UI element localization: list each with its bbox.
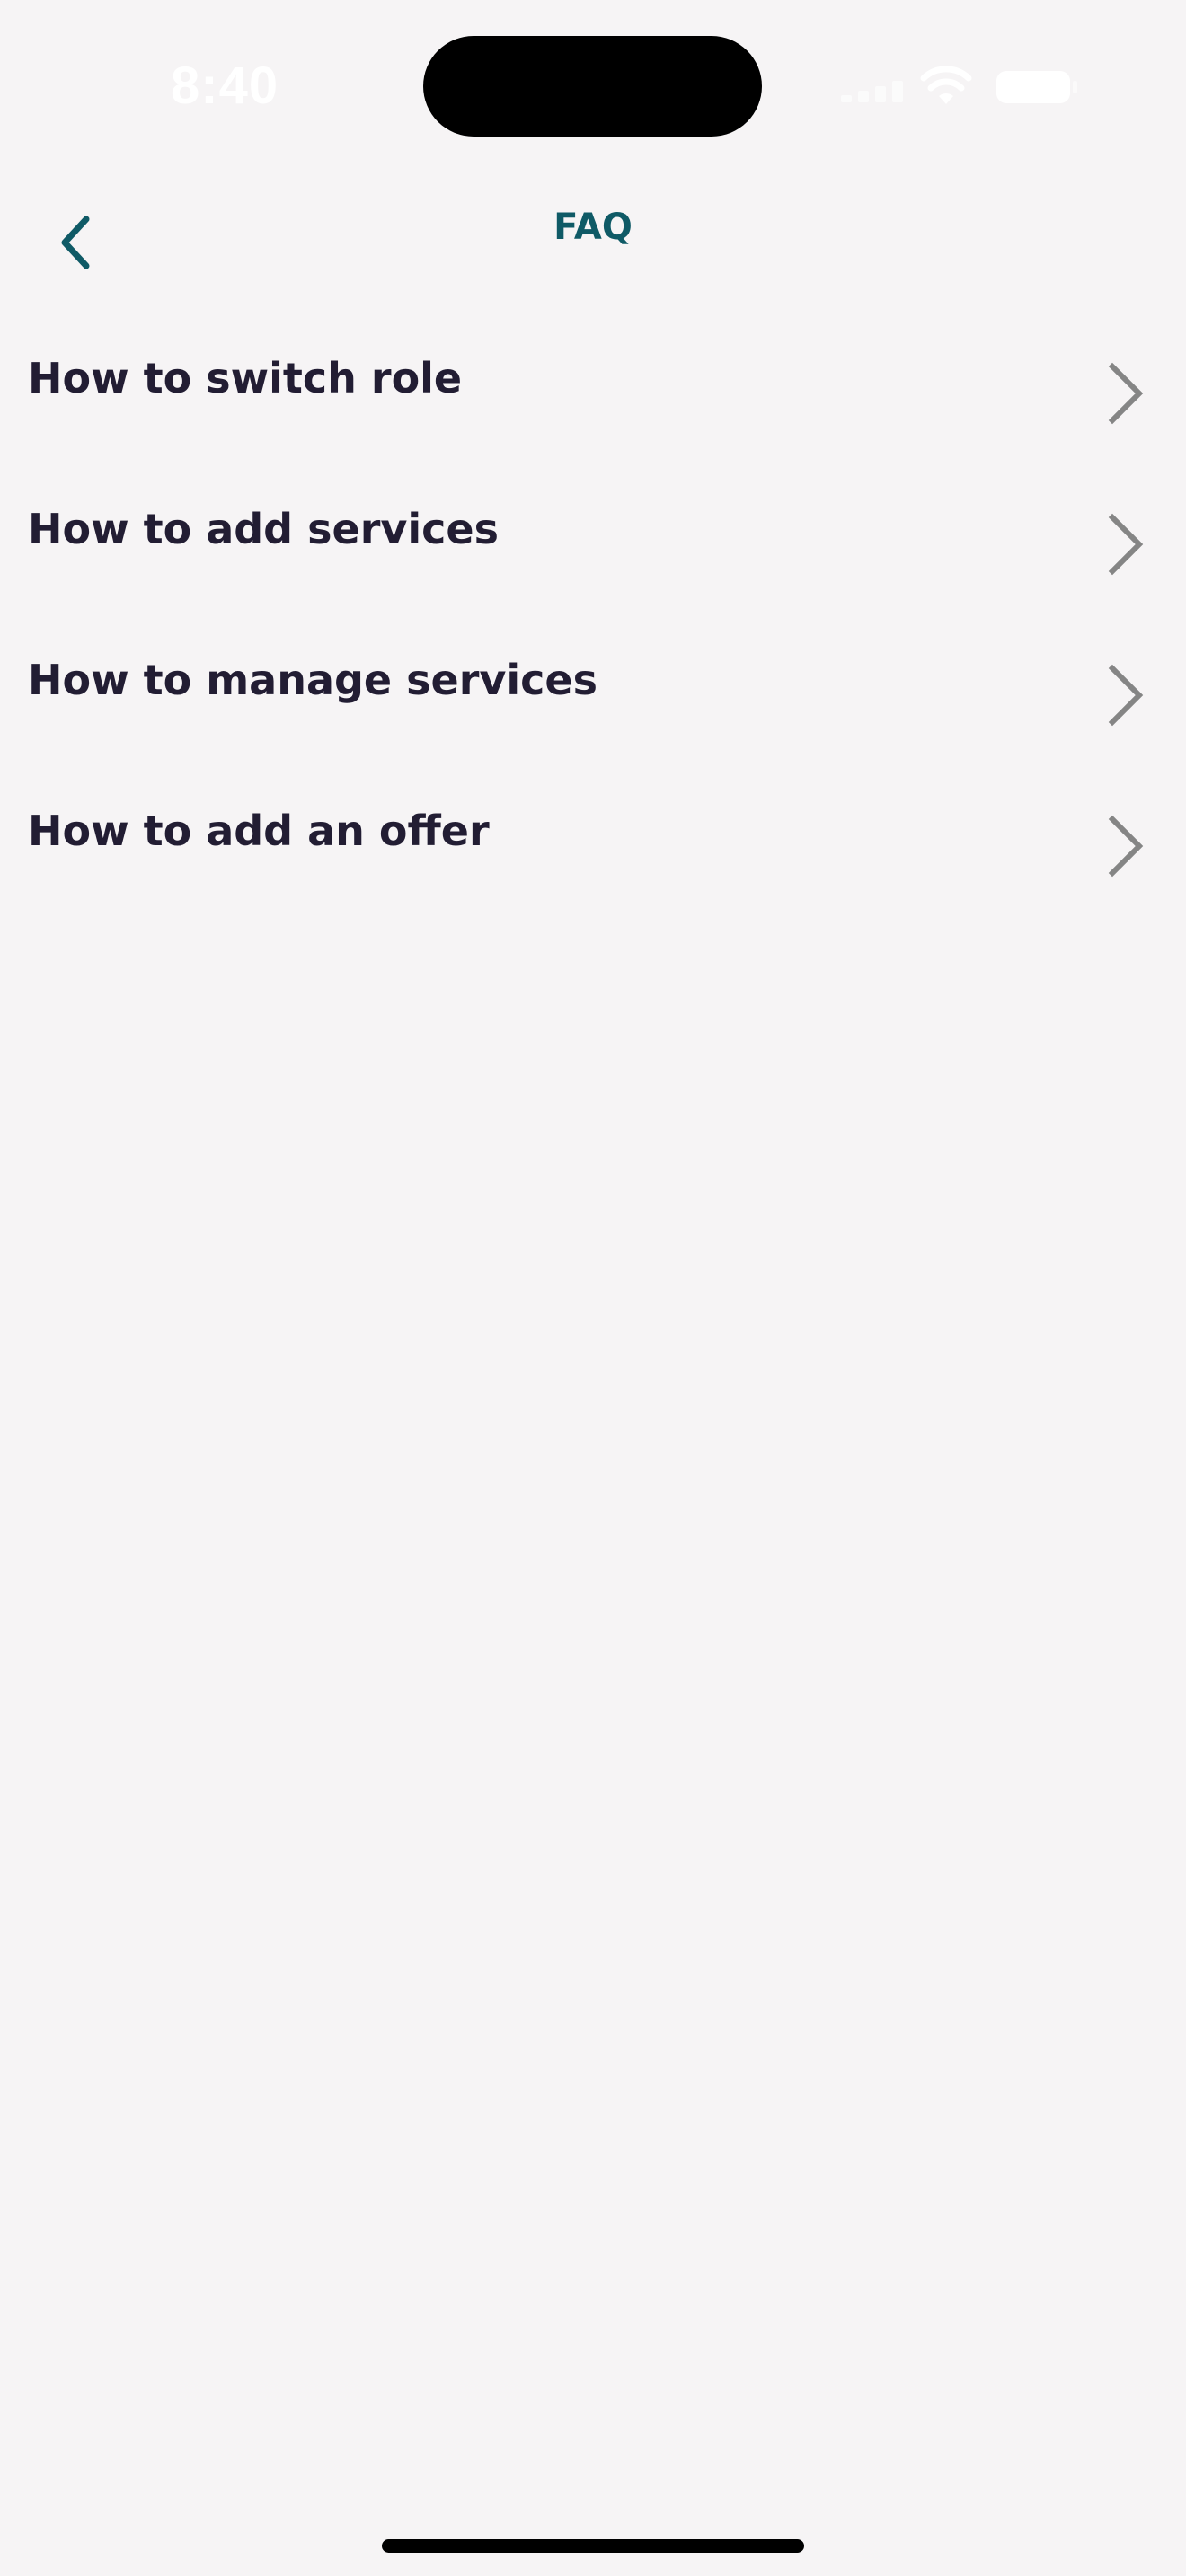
status-time: 8:40: [171, 57, 279, 115]
faq-item-add-offer[interactable]: How to add an offer: [0, 776, 1186, 927]
chevron-right-icon: [1108, 664, 1144, 727]
navigation-bar: FAQ: [0, 180, 1186, 296]
wifi-icon: [920, 66, 972, 104]
faq-item-label: How to add services: [28, 505, 499, 553]
chevron-right-icon: [1108, 362, 1144, 425]
chevron-right-icon: [1108, 513, 1144, 576]
page-title: FAQ: [553, 207, 633, 248]
faq-item-label: How to manage services: [28, 656, 597, 704]
chevron-right-icon: [1108, 815, 1144, 878]
faq-item-label: How to switch role: [28, 354, 463, 402]
faq-item-switch-role[interactable]: How to switch role: [0, 323, 1186, 474]
dynamic-island: [423, 36, 762, 137]
battery-icon: [996, 71, 1077, 103]
signal-icon: [841, 81, 903, 102]
faq-item-manage-services[interactable]: How to manage services: [0, 625, 1186, 776]
status-bar: 8:40: [0, 0, 1186, 162]
faq-item-label: How to add an offer: [28, 807, 490, 855]
faq-item-add-services[interactable]: How to add services: [0, 474, 1186, 625]
faq-list: How to switch role How to add services H…: [0, 323, 1186, 927]
home-indicator[interactable]: [382, 2539, 804, 2553]
